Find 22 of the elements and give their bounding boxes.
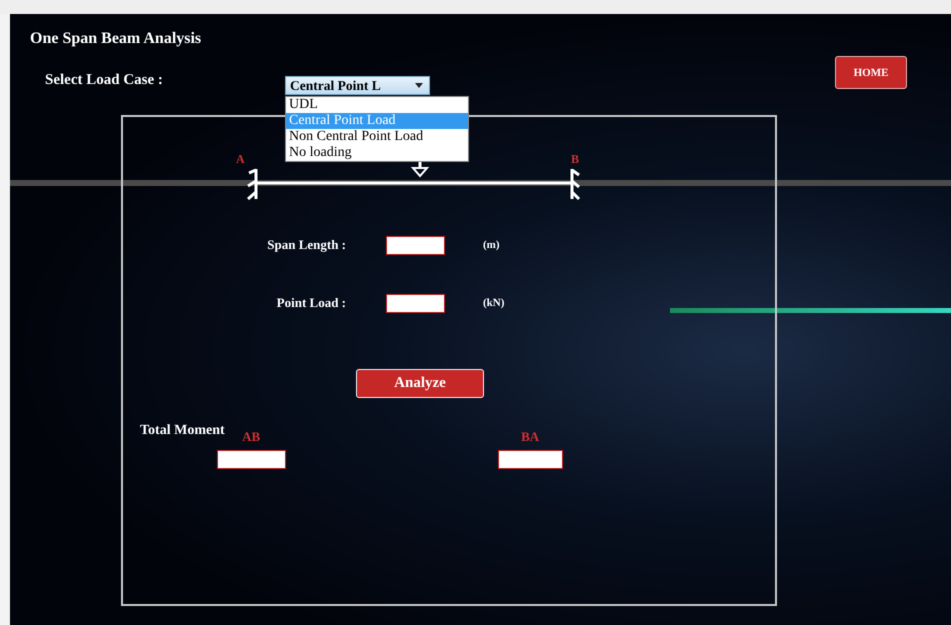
load-case-dropdown[interactable]: Central Point L <box>285 76 430 95</box>
caret-icon <box>415 83 423 88</box>
field-label: Point Load : <box>276 295 347 311</box>
load-case-label: Select Load Case : <box>45 72 164 89</box>
window-title: One Span Beam Analysis <box>30 30 202 48</box>
unit-label: (m) <box>483 239 500 251</box>
analyze-button[interactable]: Analyze <box>356 369 484 398</box>
total-moment-label: Total Moment <box>140 423 225 439</box>
dropdown-option[interactable]: UDL <box>286 97 468 113</box>
support-label: A <box>236 152 245 166</box>
unit-label: (kN) <box>483 297 504 309</box>
moment-label: AB <box>242 429 260 445</box>
dropdown-option[interactable]: No loading <box>286 145 468 161</box>
home-button[interactable]: HOME <box>835 56 907 89</box>
output-field[interactable] <box>498 450 563 469</box>
output-field[interactable] <box>216 450 286 469</box>
field-label: Span Length : <box>266 237 347 253</box>
input-field[interactable] <box>386 294 445 312</box>
moment-label: BA <box>521 429 540 445</box>
input-field[interactable] <box>386 236 445 254</box>
dropdown-option[interactable]: Non Central Point Load <box>286 129 468 145</box>
support-label: B <box>571 152 580 166</box>
